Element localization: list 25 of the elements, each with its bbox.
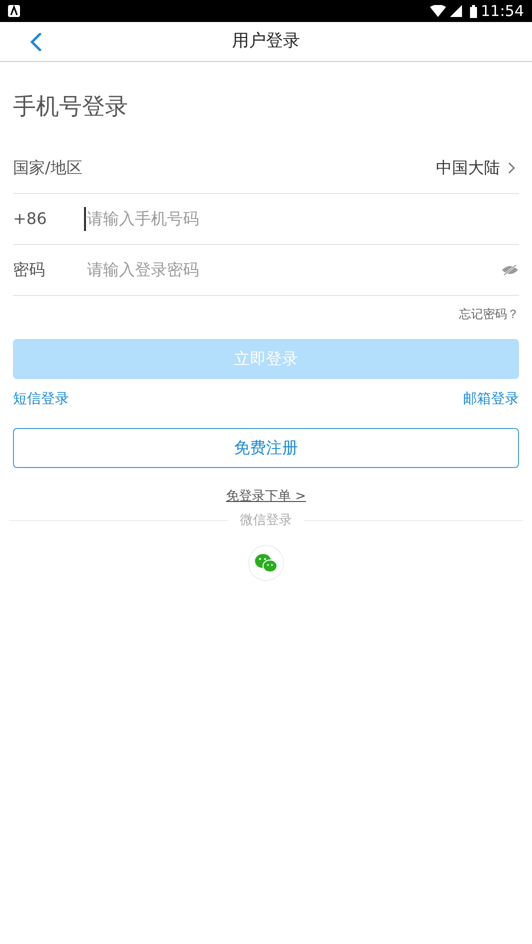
forgot-password-link[interactable]: 忘记密码？	[459, 304, 519, 322]
battery-icon	[470, 4, 477, 18]
chat-bubbles-icon	[254, 552, 278, 572]
wechat-login-label: 微信登录	[239, 512, 293, 530]
signal-icon	[450, 5, 462, 17]
page-heading: 手机号登录	[13, 94, 128, 120]
password-field[interactable]: 请输入登录密码	[84, 258, 501, 282]
hidden-eye-icon[interactable]	[501, 264, 519, 276]
window-title: 用户登录	[232, 30, 300, 53]
wifi-icon	[430, 5, 446, 17]
field-label: +86	[13, 208, 48, 230]
alternative-login-link[interactable]: 邮箱登录	[463, 388, 519, 410]
back-icon[interactable]	[30, 33, 42, 51]
field-label: 密码	[13, 258, 46, 280]
guest-order-link[interactable]: 免登录下单 >	[226, 486, 306, 506]
region-value: 中国大陆	[436, 156, 500, 178]
wechat-login-button[interactable]	[248, 544, 284, 580]
phone-field[interactable]: 请输入手机号码	[84, 206, 519, 230]
register-button[interactable]: 免费注册	[13, 428, 519, 468]
alternative-login-link[interactable]: 短信登录	[13, 388, 69, 410]
region-label: 国家/地区	[13, 156, 82, 178]
notification-icon	[8, 5, 20, 17]
clock: 11:54	[480, 0, 524, 22]
region-selector[interactable]: 国家/地区 中国大陆	[13, 142, 519, 194]
chevron-right-icon	[508, 162, 515, 174]
